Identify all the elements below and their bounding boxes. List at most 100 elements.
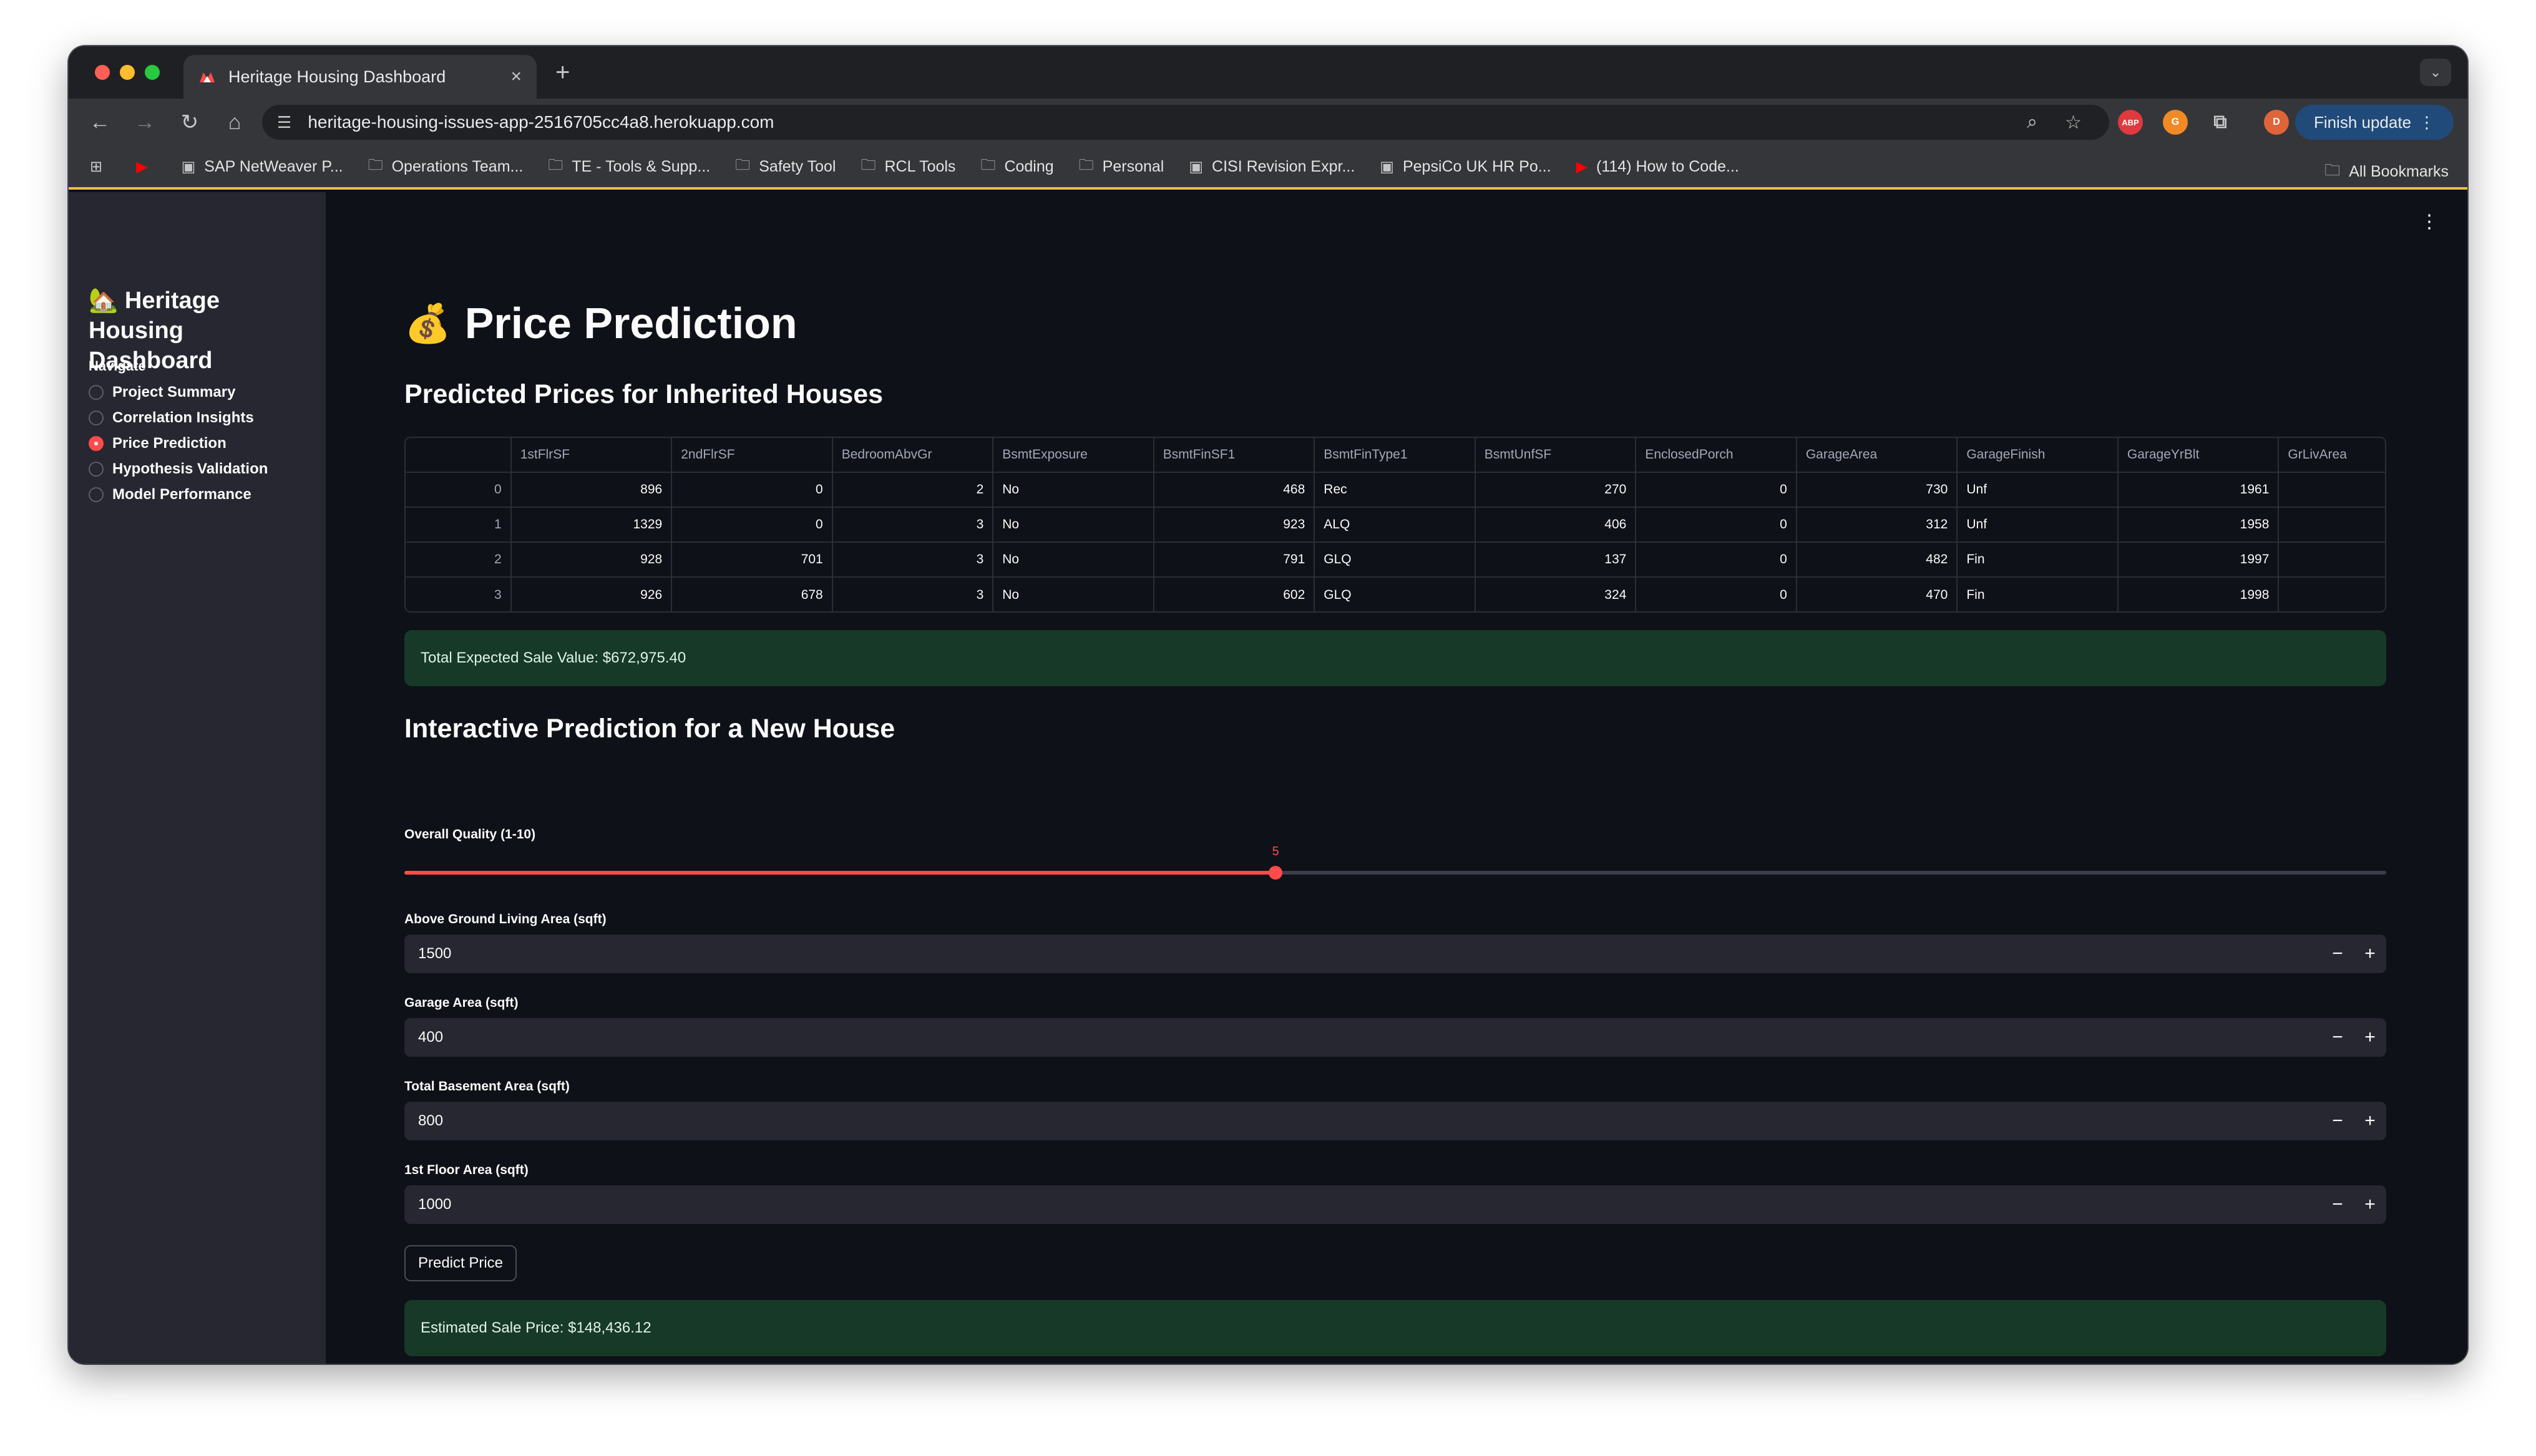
input-value[interactable]: 1500	[418, 945, 2321, 963]
bookmark-item[interactable]: ▣ PepsiCo UK HR Po...	[1380, 158, 1551, 176]
table-cell[interactable]: ALQ	[1315, 508, 1476, 541]
table-cell[interactable]: 324	[1476, 578, 1637, 611]
overall-quality-slider[interactable]: 5	[404, 845, 2386, 880]
table-cell[interactable]: 3	[833, 543, 994, 576]
table-cell[interactable]: 3	[833, 578, 994, 611]
site-settings-icon[interactable]: ☰	[277, 113, 291, 132]
table-cell[interactable]: GLQ	[1315, 543, 1476, 576]
zoom-icon[interactable]: ⌕	[2027, 112, 2037, 133]
table-cell[interactable]: 896	[512, 473, 673, 507]
bookmark-item[interactable]: 🗀 Safety Tool	[735, 154, 836, 180]
increment-icon[interactable]: +	[2354, 1194, 2386, 1215]
nav-price-prediction[interactable]: Price Prediction	[89, 430, 268, 456]
column-header[interactable]: GarageArea	[1797, 438, 1958, 472]
predict-price-button[interactable]: Predict Price	[404, 1245, 517, 1281]
decrement-icon[interactable]: −	[2321, 1194, 2354, 1215]
table-cell[interactable]: No	[993, 473, 1154, 507]
input-value[interactable]: 800	[418, 1112, 2321, 1130]
table-cell[interactable]: No	[993, 508, 1154, 541]
bookmark-item[interactable]: 🗀 TE - Tools & Supp...	[548, 154, 710, 180]
table-cell[interactable]: 926	[512, 578, 673, 611]
increment-icon[interactable]: +	[2354, 1027, 2386, 1048]
forward-icon[interactable]: →	[122, 110, 167, 135]
radio-button-icon[interactable]	[89, 435, 104, 451]
table-cell[interactable]: 0	[672, 473, 833, 507]
table-cell[interactable]: 468	[1154, 473, 1315, 507]
slider-thumb[interactable]	[1269, 866, 1283, 880]
basement-area-input[interactable]: 800 − +	[404, 1102, 2386, 1140]
radio-button-icon[interactable]	[89, 461, 104, 477]
bookmark-item[interactable]: 🗀 Coding	[980, 154, 1053, 180]
bookmark-item[interactable]: ▶ (114) How to Code...	[1576, 158, 1739, 176]
column-header[interactable]: BsmtUnfSF	[1476, 438, 1637, 472]
bookmark-item[interactable]: ▣ CISI Revision Expr...	[1189, 158, 1355, 176]
table-cell[interactable]: 270	[1476, 473, 1637, 507]
nav-model-performance[interactable]: Model Performance	[89, 482, 268, 507]
table-cell[interactable]: 1329	[512, 508, 673, 541]
table-cell[interactable]: 0	[672, 508, 833, 541]
extensions-puzzle-icon[interactable]: ⧉	[2208, 110, 2233, 135]
profile-avatar-icon[interactable]: D	[2264, 110, 2289, 135]
table-cell[interactable]: 0	[1636, 543, 1797, 576]
home-icon[interactable]: ⌂	[212, 110, 257, 135]
table-cell[interactable]: 312	[1797, 508, 1958, 541]
table-cell[interactable]: 482	[1797, 543, 1958, 576]
extension-g-icon[interactable]: G	[2163, 110, 2188, 135]
decrement-icon[interactable]: −	[2321, 1110, 2354, 1132]
table-cell[interactable]: 1958	[2119, 508, 2280, 541]
column-header[interactable]: BsmtFinType1	[1315, 438, 1476, 472]
table-cell[interactable]: 1961	[2119, 473, 2280, 507]
table-cell[interactable]: 923	[1154, 508, 1315, 541]
column-header[interactable]: 2ndFlrSF	[672, 438, 833, 472]
apps-grid-icon[interactable]: ⊞	[90, 158, 111, 176]
youtube-bookmark-icon[interactable]: ▶	[136, 158, 156, 176]
tab-close-icon[interactable]: ×	[510, 66, 522, 87]
table-cell[interactable]: Fin	[1958, 578, 2119, 611]
nav-hypothesis-validation[interactable]: Hypothesis Validation	[89, 456, 268, 482]
nav-project-summary[interactable]: Project Summary	[89, 379, 268, 405]
table-cell[interactable]: No	[993, 543, 1154, 576]
column-header[interactable]: GarageYrBlt	[2119, 438, 2280, 472]
table-cell[interactable]: 730	[1797, 473, 1958, 507]
table-cell[interactable]: 1998	[2119, 578, 2280, 611]
back-icon[interactable]: ←	[77, 110, 122, 135]
radio-button-icon[interactable]	[89, 384, 104, 400]
table-cell[interactable]: 3	[833, 508, 994, 541]
main-menu-icon[interactable]: ⋮	[2420, 211, 2439, 233]
table-cell[interactable]: Unf	[1958, 508, 2119, 541]
finish-update-button[interactable]: Finish update ⋮	[2295, 105, 2454, 140]
column-header[interactable]: BsmtExposure	[993, 438, 1154, 472]
table-cell[interactable]	[2279, 508, 2385, 541]
all-bookmarks-button[interactable]: 🗀 All Bookmarks	[2324, 158, 2449, 185]
table-cell[interactable]: 701	[672, 543, 833, 576]
first-floor-area-input[interactable]: 1000 − +	[404, 1185, 2386, 1224]
column-header[interactable]: GrLivArea	[2279, 438, 2385, 472]
table-cell[interactable]: 0	[1636, 473, 1797, 507]
url-text[interactable]: heritage-housing-issues-app-2516705cc4a8…	[308, 112, 2027, 132]
table-cell[interactable]: 791	[1154, 543, 1315, 576]
table-cell[interactable]: Rec	[1315, 473, 1476, 507]
table-cell[interactable]: 137	[1476, 543, 1637, 576]
bookmark-item[interactable]: 🗀 RCL Tools	[861, 154, 955, 180]
adblock-plus-icon[interactable]: ABP	[2118, 110, 2143, 135]
reload-icon[interactable]: ↻	[167, 110, 212, 135]
table-cell[interactable]: 602	[1154, 578, 1315, 611]
column-header[interactable]: BedroomAbvGr	[833, 438, 994, 472]
increment-icon[interactable]: +	[2354, 1110, 2386, 1132]
minimize-window-button[interactable]	[120, 65, 135, 80]
maximize-window-button[interactable]	[145, 65, 160, 80]
table-cell[interactable]: 470	[1797, 578, 1958, 611]
column-header[interactable]: GarageFinish	[1958, 438, 2119, 472]
table-cell[interactable]: Fin	[1958, 543, 2119, 576]
tab-search-icon[interactable]: ⌄	[2420, 59, 2451, 86]
table-cell[interactable]: 678	[672, 578, 833, 611]
table-cell[interactable]: 1997	[2119, 543, 2280, 576]
table-cell[interactable]: Unf	[1958, 473, 2119, 507]
garage-area-input[interactable]: 400 − +	[404, 1018, 2386, 1057]
column-header[interactable]: 1stFlrSF	[512, 438, 673, 472]
bookmark-item[interactable]: 🗀 Personal	[1079, 154, 1164, 180]
table-cell[interactable]: 928	[512, 543, 673, 576]
close-window-button[interactable]	[95, 65, 110, 80]
bookmark-item[interactable]: ▣ SAP NetWeaver P...	[182, 158, 343, 176]
table-cell[interactable]: 406	[1476, 508, 1637, 541]
